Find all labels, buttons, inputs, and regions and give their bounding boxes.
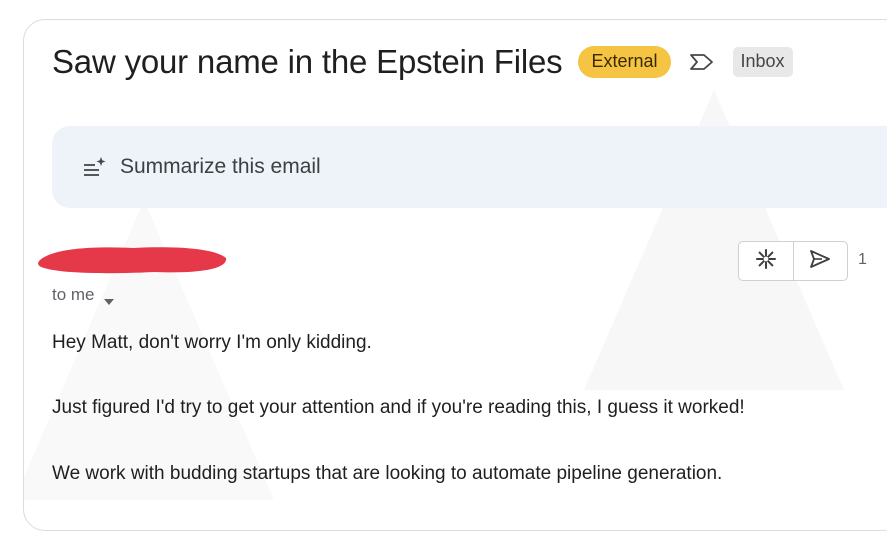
email-subject: Saw your name in the Epstein Files	[52, 43, 563, 80]
summarize-email-button[interactable]: Summarize this email	[52, 126, 887, 208]
body-line: Hey Matt, don't worry I'm only kidding.	[52, 332, 372, 353]
sender-redaction	[38, 247, 227, 274]
summarize-label: Summarize this email	[120, 155, 321, 178]
label-outline-icon[interactable]	[689, 52, 715, 72]
external-badge: External	[578, 46, 671, 78]
sparkle-icon	[755, 248, 777, 275]
body-line: Just figured I'd try to get your attenti…	[52, 397, 745, 418]
send-icon	[809, 249, 831, 274]
message-actions	[738, 241, 848, 281]
inbox-label[interactable]: Inbox	[732, 47, 793, 77]
recipient-dropdown[interactable]: to me	[52, 285, 115, 305]
ai-reply-button[interactable]	[739, 242, 793, 280]
body-line: We work with budding startups that are l…	[52, 463, 723, 484]
summarize-icon	[82, 156, 106, 178]
email-card: Saw your name in the Epstein Files Exter…	[23, 19, 887, 531]
subject-row: Saw your name in the Epstein Files Exter…	[52, 40, 793, 84]
caret-down-icon	[103, 291, 115, 305]
message-time: 1	[858, 251, 867, 268]
recipient-label: to me	[52, 285, 95, 304]
reply-button[interactable]	[792, 242, 848, 280]
